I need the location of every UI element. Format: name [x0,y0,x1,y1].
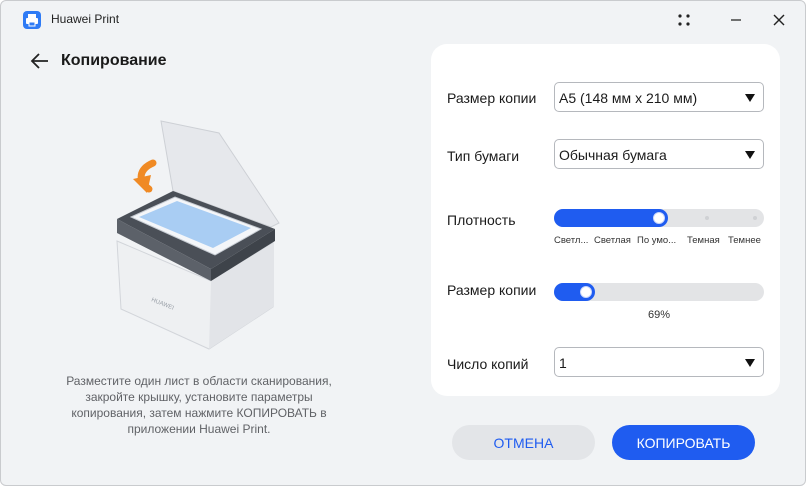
close-icon[interactable] [765,7,793,33]
scale-label: Размер копии [447,282,537,298]
copy-size-value: A5 (148 мм x 210 мм) [559,90,698,106]
density-label: Плотность [447,212,516,228]
paper-type-value: Обычная бумага [559,147,667,163]
scale-slider[interactable] [554,283,764,301]
app-window: Huawei Print Копирование HUAWEI Размести… [0,0,806,486]
density-slider-fill [554,209,668,227]
copies-select[interactable]: 1 [554,347,764,377]
copies-label: Число копий [447,356,529,372]
copies-value: 1 [559,355,567,371]
density-slider-thumb[interactable] [653,212,665,224]
density-slider[interactable] [554,209,764,227]
printer-app-icon [23,11,41,29]
back-arrow-icon[interactable] [29,51,51,71]
density-step-dot [705,216,709,220]
paper-type-select[interactable]: Обычная бумага [554,139,764,169]
window-title: Huawei Print [51,12,120,26]
cancel-button[interactable]: ОТМЕНА [452,425,595,460]
dropdown-caret-icon [745,359,755,367]
settings-card: Размер копии A5 (148 мм x 210 мм) Тип бу… [431,44,780,396]
density-level-label: Темнее [728,235,761,246]
more-dots-icon[interactable] [670,7,698,33]
title-bar: Huawei Print [1,1,805,39]
copy-button[interactable]: КОПИРОВАТЬ [612,425,755,460]
dropdown-caret-icon [745,94,755,102]
density-level-label: Светлая [594,235,631,246]
dropdown-caret-icon [745,151,755,159]
scale-value: 69% [647,309,671,321]
density-level-label: По умо... [637,235,677,246]
density-level-label: Светл... [554,235,589,246]
copy-size-label: Размер копии [447,90,537,106]
copy-size-select[interactable]: A5 (148 мм x 210 мм) [554,82,764,112]
density-tick-labels: Светл... Светлая По умо... Темная Темнее [554,235,766,247]
minimize-icon[interactable] [722,7,750,33]
page-title: Копирование [61,52,167,69]
paper-type-label: Тип бумаги [447,148,520,164]
density-step-dot [753,216,757,220]
instructions-text: Разместите один лист в области сканирова… [66,374,332,436]
printer-illustration: HUAWEI [101,111,291,356]
density-level-label: Темная [687,235,720,246]
scale-slider-thumb[interactable] [579,286,592,298]
